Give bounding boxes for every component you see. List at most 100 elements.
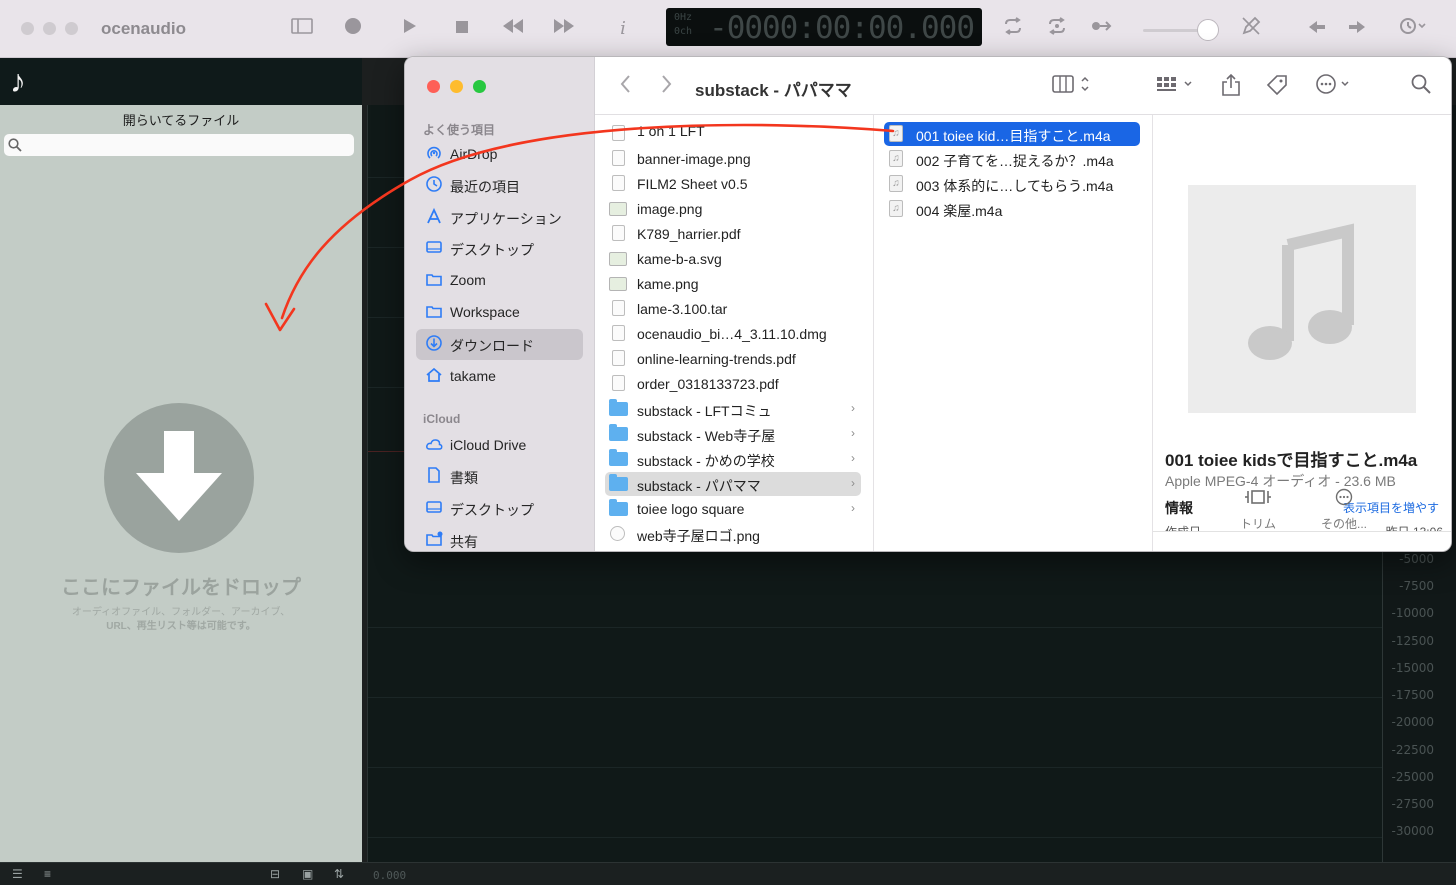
- folder-icon: [425, 302, 443, 320]
- sidebar-item-recents[interactable]: 最近の項目: [416, 170, 583, 201]
- finder-minimize-button[interactable]: [450, 80, 463, 93]
- clock-icon: [425, 175, 443, 193]
- image-view-icon[interactable]: ▣: [302, 867, 313, 881]
- app-title: ocenaudio: [101, 19, 187, 38]
- tag-icon[interactable]: [1265, 73, 1289, 104]
- created-value: 昨日 13:06: [1386, 523, 1443, 531]
- finder-sidebar: よく使う項目 AirDrop 最近の項目 アプリケーション デスクトップ Zoo…: [405, 57, 595, 551]
- folder-item-selected[interactable]: substack - パパママ ›: [605, 472, 861, 496]
- list-item[interactable]: order_0318133723.pdf: [605, 372, 861, 396]
- trim-icon: [1228, 488, 1288, 511]
- created-label: 作成日: [1165, 523, 1201, 531]
- folder-icon: [609, 499, 628, 516]
- list-item[interactable]: K789_harrier.pdf: [605, 222, 861, 246]
- ruler-label: -5000: [1399, 552, 1434, 566]
- back-icon[interactable]: [619, 73, 633, 102]
- sidebar-item-icloud-desktop[interactable]: デスクトップ: [416, 493, 583, 524]
- drop-target-icon[interactable]: [104, 403, 254, 553]
- list-item[interactable]: ♫ 003 体系的に…してもらう.m4a: [884, 172, 1140, 196]
- rewind-icon[interactable]: [500, 16, 526, 42]
- sidebar-item-zoom[interactable]: Zoom: [416, 265, 583, 296]
- edit-mode-icon[interactable]: [1238, 16, 1264, 42]
- sidebar-item-applications[interactable]: アプリケーション: [416, 202, 583, 233]
- file-icon: [612, 175, 625, 191]
- sidebar-item-icloud-drive[interactable]: iCloud Drive: [416, 430, 583, 461]
- compact-list-icon[interactable]: ≡: [44, 867, 51, 881]
- list-item[interactable]: ♫ 002 子育てを…捉えるか？.m4a: [884, 147, 1140, 171]
- ruler-label: -22500: [1391, 743, 1434, 757]
- folder-item[interactable]: substack - LFTコミュ ›: [605, 397, 861, 421]
- list-item[interactable]: web寺子屋ロゴ.png: [605, 522, 861, 546]
- more-button[interactable]: その他...: [1314, 488, 1374, 532]
- list-item[interactable]: online-learning-trends.pdf: [605, 347, 861, 371]
- ruler-label: -10000: [1391, 606, 1434, 620]
- sort-icon[interactable]: ⇅: [334, 867, 344, 881]
- favorites-section-label: よく使う項目: [423, 123, 496, 137]
- record-icon[interactable]: [340, 16, 366, 42]
- more-actions-icon[interactable]: [1315, 73, 1355, 102]
- audio-preview-thumbnail: [1188, 185, 1416, 413]
- airdrop-icon: [425, 144, 443, 162]
- search-icon[interactable]: [1410, 73, 1432, 102]
- list-item[interactable]: ocenaudio_bi…4_3.11.10.dmg: [605, 322, 861, 346]
- stop-icon[interactable]: [449, 16, 475, 42]
- forward-icon[interactable]: [1344, 16, 1370, 42]
- fast-forward-icon[interactable]: [551, 16, 577, 42]
- playhead-follow-icon[interactable]: [1088, 16, 1114, 42]
- list-view-icon[interactable]: ☰: [12, 867, 23, 881]
- ruler-label: -7500: [1399, 579, 1434, 593]
- sidebar-item-label: Zoom: [450, 272, 486, 288]
- sidebar-item-workspace[interactable]: Workspace: [416, 297, 583, 328]
- sidebar-item-airdrop[interactable]: AirDrop: [416, 139, 583, 170]
- list-item[interactable]: lame-3.100.tar: [605, 297, 861, 321]
- zoom-window-button[interactable]: [65, 22, 78, 35]
- grid-line: [368, 837, 1382, 838]
- list-item[interactable]: kame.png: [605, 272, 861, 296]
- sidebar-item-home[interactable]: takame: [416, 361, 583, 392]
- minimize-window-button[interactable]: [43, 22, 56, 35]
- folder-item[interactable]: toiee logo square ›: [605, 497, 861, 521]
- link-icon[interactable]: ⊟: [270, 867, 280, 881]
- icloud-section-label: iCloud: [423, 412, 461, 426]
- sidebar-item-shared[interactable]: 共有: [416, 525, 583, 551]
- image-file-icon: [609, 252, 627, 266]
- ruler-label: -27500: [1391, 797, 1434, 811]
- column-view-icon[interactable]: [1052, 73, 1092, 102]
- finder-close-button[interactable]: [427, 80, 440, 93]
- list-item[interactable]: banner-image.png: [605, 147, 861, 171]
- forward-icon[interactable]: [659, 73, 673, 102]
- list-item[interactable]: kame-b-a.svg: [605, 247, 861, 271]
- sidebar-item-downloads[interactable]: ダウンロード: [416, 329, 583, 360]
- info-icon[interactable]: i: [610, 16, 636, 42]
- more-label: その他...: [1320, 517, 1367, 531]
- drop-title: ここにファイルをドロップ: [61, 577, 301, 599]
- play-icon[interactable]: [396, 16, 422, 42]
- repeat-icon[interactable]: [1044, 16, 1070, 42]
- list-item[interactable]: ♫ 004 楽屋.m4a: [884, 197, 1140, 221]
- shared-folder-icon: [425, 530, 443, 548]
- list-item[interactable]: image.png: [605, 197, 861, 221]
- created-row: 作成日 昨日 13:06: [1165, 523, 1443, 531]
- list-item-selected[interactable]: ♫ 001 toiee kid…目指すこと.m4a: [884, 122, 1140, 146]
- desktop-icon: [425, 498, 443, 516]
- back-icon[interactable]: [1304, 16, 1330, 42]
- finder-zoom-button[interactable]: [473, 80, 486, 93]
- list-item[interactable]: 1 on 1 LFT: [605, 122, 861, 146]
- volume-slider-knob[interactable]: [1197, 19, 1219, 41]
- file-search-input[interactable]: [4, 134, 354, 156]
- list-item[interactable]: FILM2 Sheet v0.5: [605, 172, 861, 196]
- open-files-heading: 開らいてるファイル: [122, 113, 240, 128]
- trim-button[interactable]: トリム: [1228, 488, 1288, 532]
- folder-item[interactable]: substack - かめの学校 ›: [605, 447, 861, 471]
- close-window-button[interactable]: [21, 22, 34, 35]
- loop-icon[interactable]: [1000, 16, 1026, 42]
- sidebar-item-desktop[interactable]: デスクトップ: [416, 233, 583, 264]
- sidebar-toggle-icon[interactable]: [289, 16, 315, 42]
- history-icon[interactable]: [1396, 16, 1430, 42]
- group-by-icon[interactable]: [1155, 73, 1197, 102]
- ocenaudio-statusbar: ☰ ≡ ⊟ ▣ ⇅ 0.000: [0, 862, 1456, 885]
- sidebar-item-documents[interactable]: 書類: [416, 461, 583, 492]
- folder-icon: [609, 449, 628, 466]
- folder-item[interactable]: substack - Web寺子屋 ›: [605, 422, 861, 446]
- share-icon[interactable]: [1220, 73, 1242, 104]
